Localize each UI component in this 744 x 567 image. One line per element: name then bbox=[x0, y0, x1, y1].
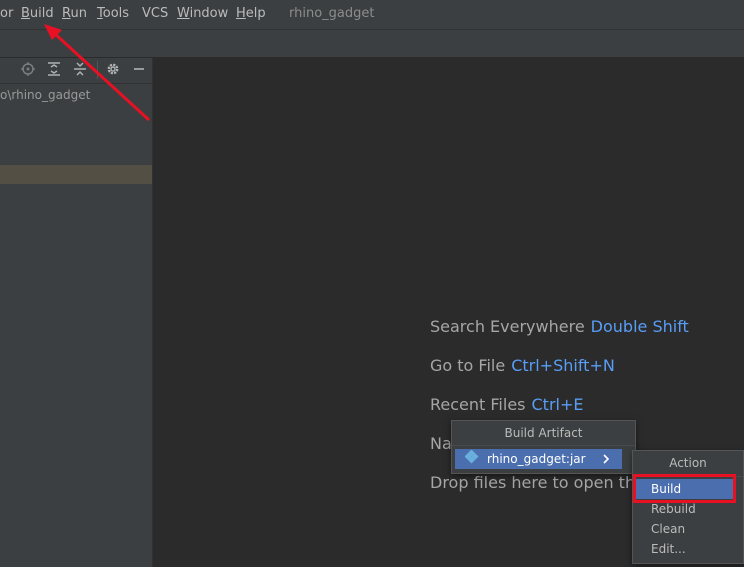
menu-help[interactable]: Help bbox=[236, 6, 266, 21]
menu-vcs[interactable]: VCS bbox=[142, 6, 168, 21]
action-edit[interactable]: Edit... bbox=[636, 539, 736, 559]
hint-recent-files: Recent Files Ctrl+E bbox=[430, 395, 584, 414]
menu-window[interactable]: Window bbox=[177, 6, 228, 21]
action-popup-title: Action bbox=[633, 451, 743, 477]
locate-icon[interactable] bbox=[20, 62, 36, 78]
project-tool-window-header bbox=[0, 58, 152, 84]
expand-all-icon[interactable] bbox=[46, 62, 62, 78]
build-artifact-popup: Build Artifact rhino_gadget:jar bbox=[451, 420, 636, 474]
hint-search-everywhere: Search Everywhere Double Shift bbox=[430, 317, 689, 336]
hint-drop-files: Drop files here to open the bbox=[430, 473, 645, 492]
menu-tools[interactable]: Tools bbox=[97, 6, 129, 21]
action-rebuild[interactable]: Rebuild bbox=[636, 499, 736, 519]
project-title: rhino_gadget bbox=[289, 6, 375, 21]
action-popup: Action Build Rebuild Clean Edit... bbox=[632, 450, 744, 564]
menu-run[interactable]: Run bbox=[62, 6, 87, 21]
project-root-path[interactable]: o\rhino_gadget bbox=[0, 88, 90, 102]
collapse-all-icon[interactable] bbox=[72, 62, 88, 78]
selected-tree-row[interactable] bbox=[0, 165, 152, 184]
navigation-bar bbox=[0, 30, 744, 58]
artifact-item-rhino-gadget-jar[interactable]: rhino_gadget:jar bbox=[455, 449, 622, 469]
project-tool-window: o\rhino_gadget bbox=[0, 58, 153, 567]
toolbar-divider bbox=[97, 61, 98, 79]
hint-navigation-bar: Na bbox=[430, 434, 452, 453]
artifact-jar-icon bbox=[464, 449, 479, 469]
build-artifact-popup-title: Build Artifact bbox=[452, 421, 635, 446]
action-clean[interactable]: Clean bbox=[636, 519, 736, 539]
hint-go-to-file: Go to File Ctrl+Shift+N bbox=[430, 356, 615, 375]
chevron-right-icon bbox=[601, 449, 611, 469]
minimize-icon[interactable] bbox=[131, 62, 147, 78]
menu-bar: or Build Run Tools VCS Window Help rhino… bbox=[0, 0, 744, 30]
menu-editor[interactable]: or bbox=[0, 6, 13, 21]
menu-build[interactable]: Build bbox=[21, 6, 54, 21]
action-build[interactable]: Build bbox=[636, 479, 736, 499]
artifact-item-label: rhino_gadget:jar bbox=[487, 452, 586, 466]
gear-icon[interactable] bbox=[105, 62, 121, 78]
